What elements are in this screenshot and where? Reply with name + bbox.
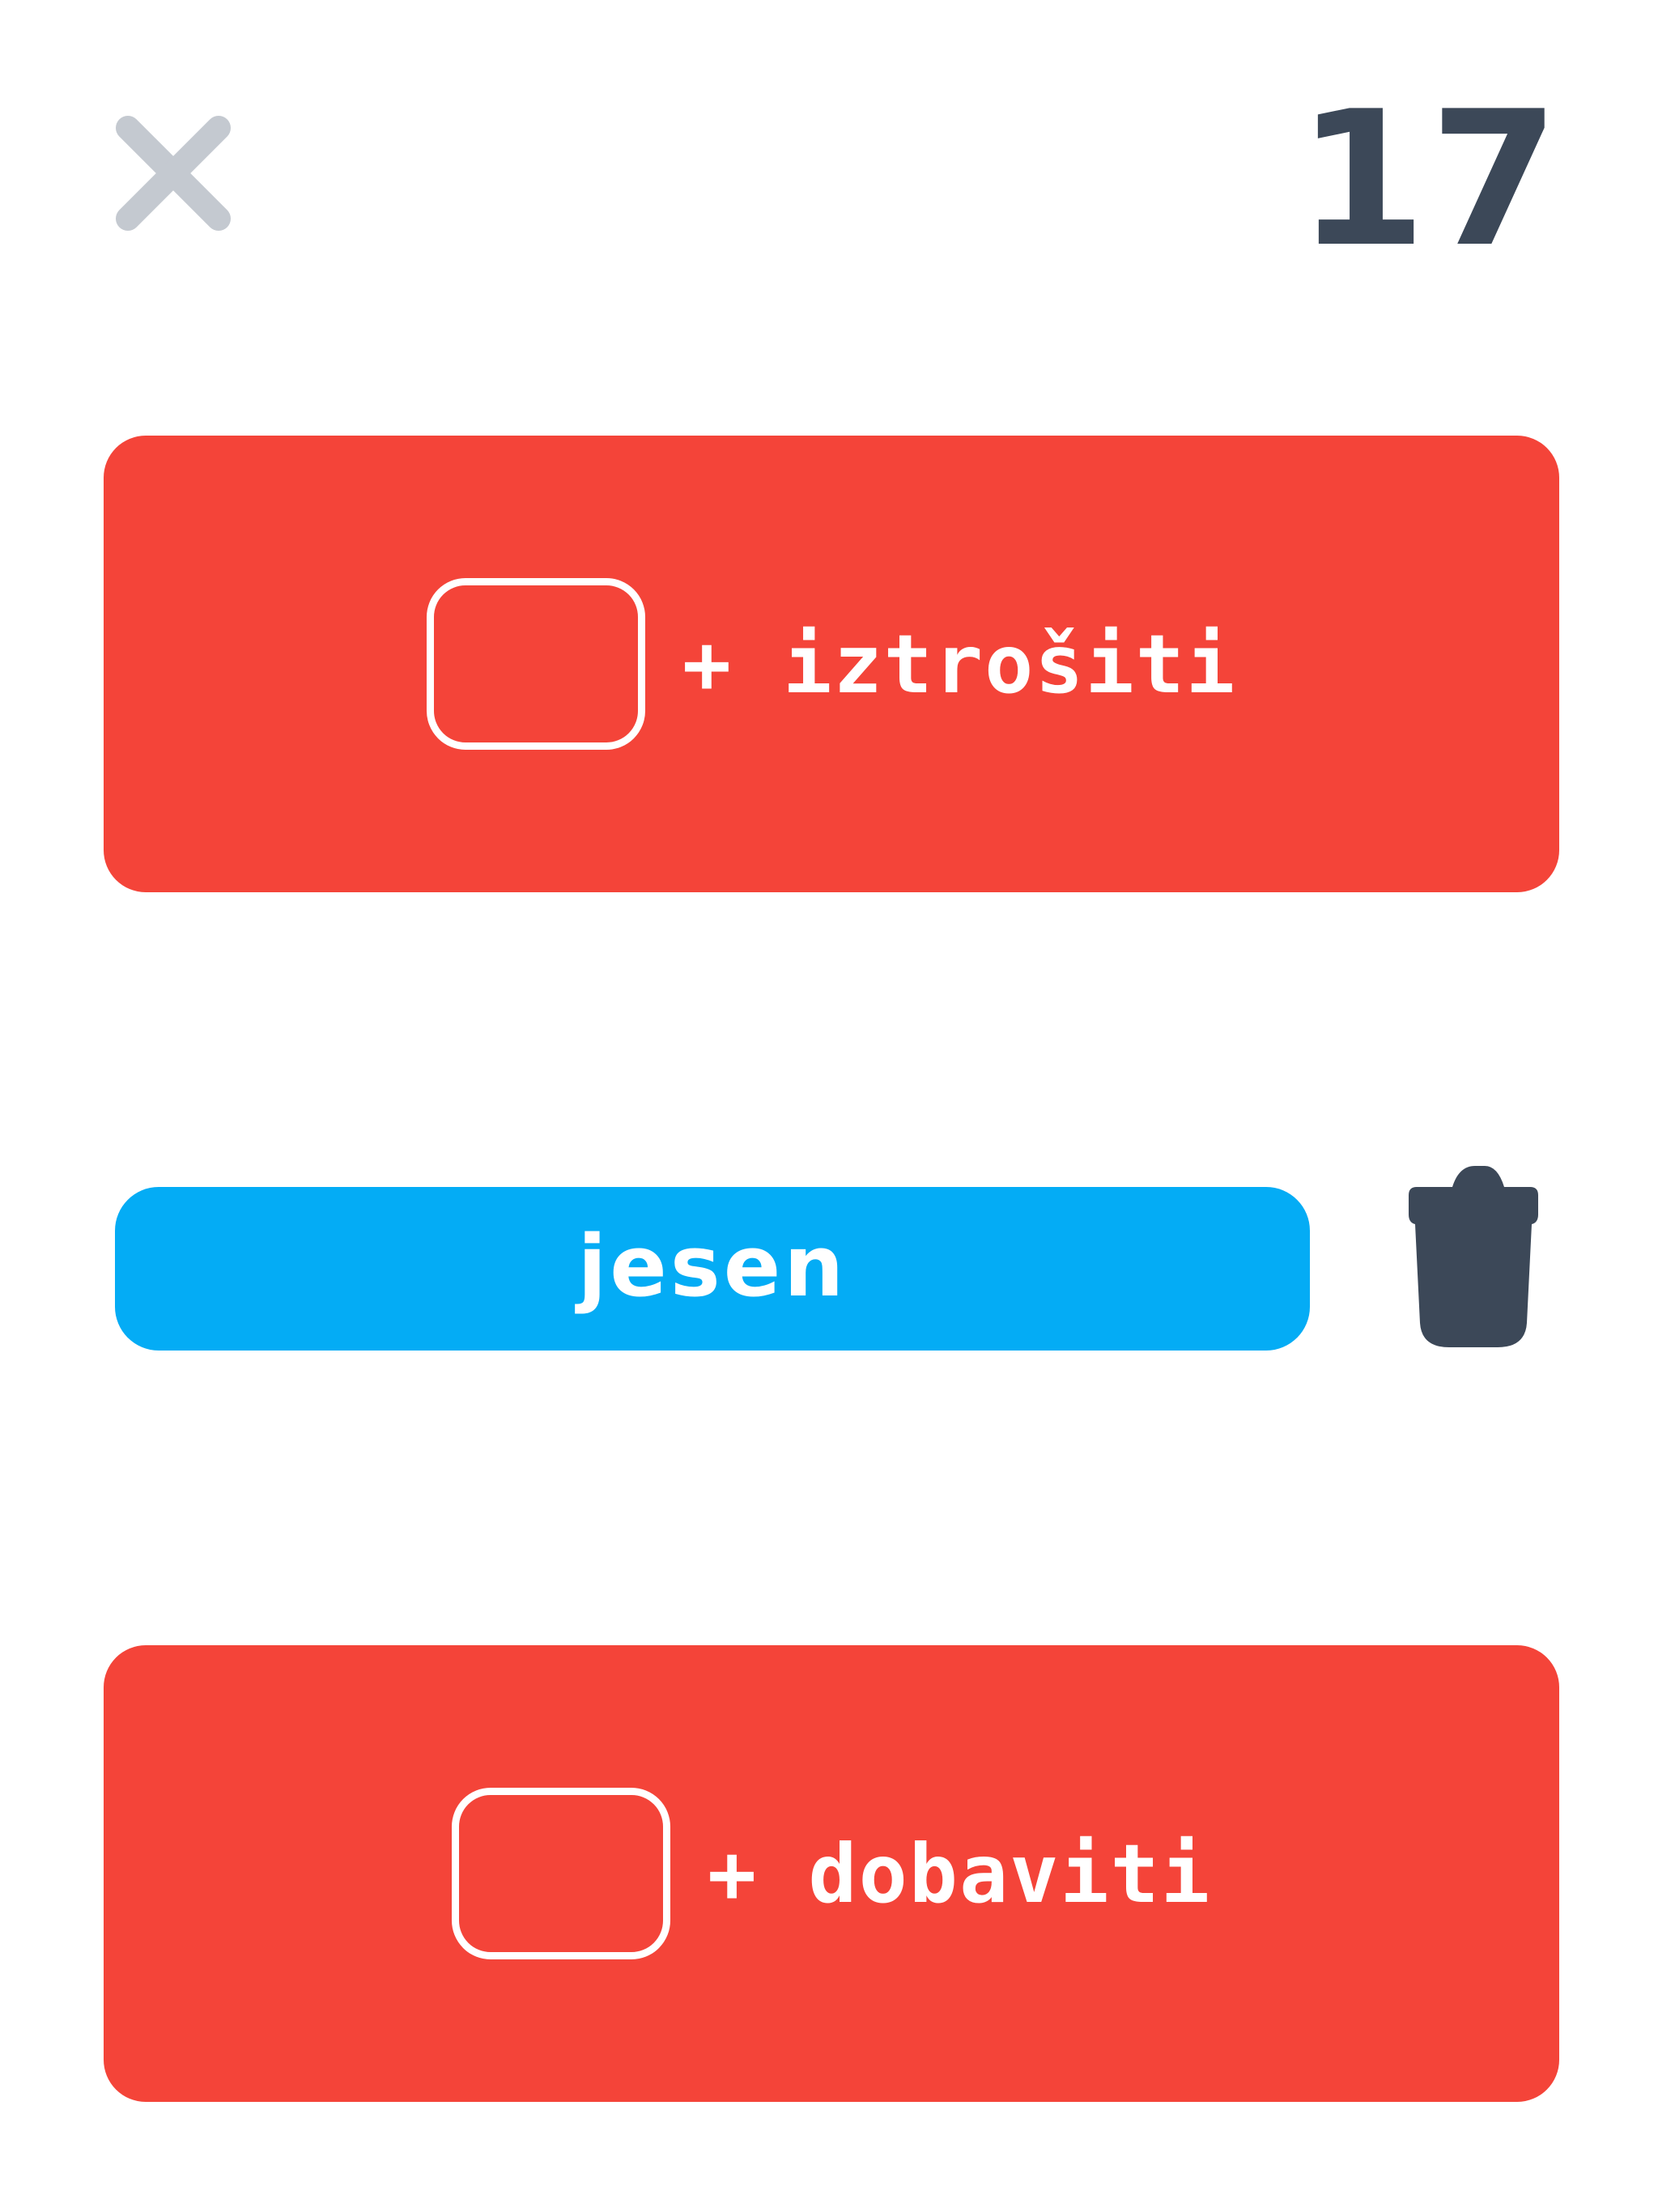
- blank-slot: [426, 578, 645, 750]
- trash-button[interactable]: [1394, 1166, 1545, 1354]
- word-text: jesen: [577, 1217, 848, 1316]
- card-spend[interactable]: + iztrošiti: [104, 436, 1559, 892]
- card-obtain[interactable]: + dobaviti: [104, 1645, 1559, 2102]
- blank-slot: [451, 1788, 670, 1959]
- close-icon: [116, 116, 231, 231]
- close-button[interactable]: [112, 112, 235, 235]
- card-label: + dobaviti: [707, 1826, 1212, 1921]
- trash-icon: [1409, 1166, 1538, 1347]
- word-chip[interactable]: jesen: [115, 1187, 1310, 1351]
- question-counter: 17: [1296, 72, 1562, 288]
- card-label: + iztrošiti: [682, 616, 1237, 712]
